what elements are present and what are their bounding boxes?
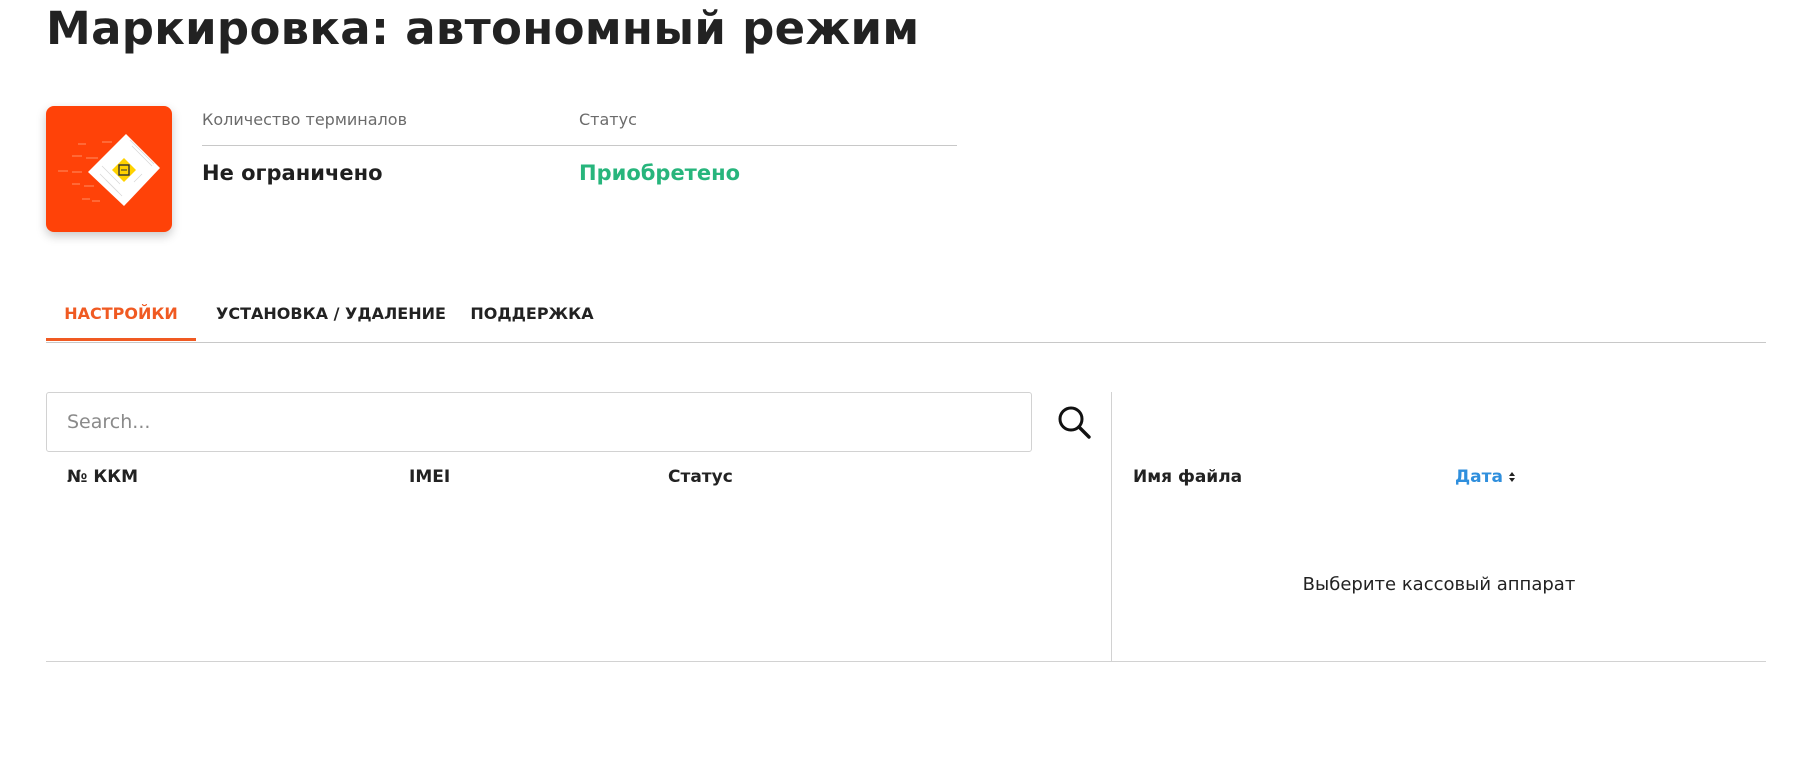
empty-state-message: Выберите кассовый аппарат — [1302, 574, 1576, 595]
page-title: Маркировка: автономный режим — [46, 2, 920, 55]
info-divider — [202, 145, 957, 146]
bottom-divider — [46, 661, 1766, 662]
purchase-status-value: Приобретено — [579, 161, 741, 185]
app-page: Маркировка: автономный режим Количество … — [0, 0, 1806, 774]
search-input[interactable] — [46, 392, 1032, 452]
column-header-date[interactable]: Дата — [1455, 467, 1516, 487]
column-header-file-name[interactable]: Имя файла — [1133, 467, 1242, 487]
status-label: Статус — [579, 110, 637, 129]
sort-icon — [1508, 472, 1515, 482]
tab-settings[interactable]: НАСТРОЙКИ — [46, 290, 196, 341]
column-header-kkm-number[interactable]: № ККМ — [67, 467, 138, 487]
tab-support[interactable]: ПОДДЕРЖКА — [457, 290, 607, 341]
tab-bar: НАСТРОЙКИ УСТАНОВКА / УДАЛЕНИЕ ПОДДЕРЖКА — [46, 290, 1766, 343]
column-header-date-label: Дата — [1455, 467, 1503, 487]
marking-receipt-icon — [58, 134, 160, 206]
app-logo — [46, 106, 172, 232]
column-header-imei[interactable]: IMEI — [409, 467, 450, 487]
tab-install-uninstall[interactable]: УСТАНОВКА / УДАЛЕНИЕ — [216, 290, 446, 341]
kkm-panel — [46, 392, 1110, 661]
column-header-status[interactable]: Статус — [668, 467, 733, 487]
panel-divider — [1111, 392, 1112, 662]
terminals-count-label: Количество терминалов — [202, 110, 407, 129]
search-icon[interactable] — [1056, 404, 1092, 440]
terminals-count-value: Не ограничено — [202, 161, 383, 185]
